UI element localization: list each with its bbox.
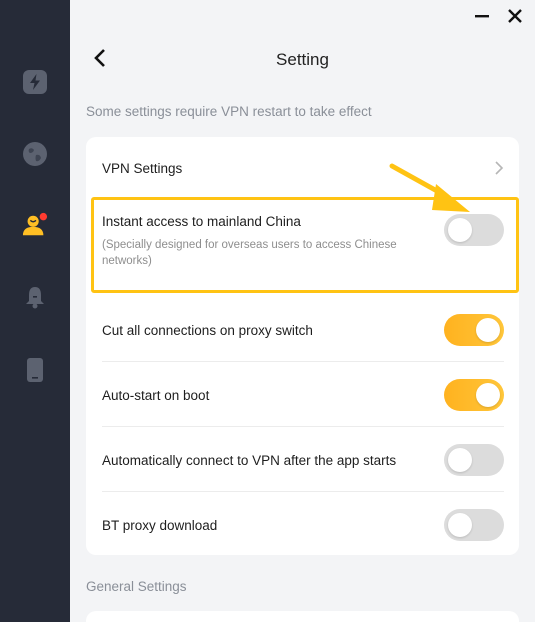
close-icon: [508, 9, 522, 23]
cut-connections-toggle[interactable]: [444, 314, 504, 346]
sidebar-item-device[interactable]: [22, 357, 48, 383]
auto-connect-toggle[interactable]: [444, 444, 504, 476]
toggle-knob: [448, 448, 472, 472]
auto-start-label: Auto-start on boot: [102, 387, 210, 403]
instant-access-label: Instant access to mainland China: [102, 214, 301, 229]
toggle-knob: [448, 218, 472, 242]
phone-icon: [27, 358, 43, 382]
auto-connect-row: Automatically connect to VPN after the a…: [102, 444, 504, 476]
close-button[interactable]: [505, 6, 525, 26]
instant-access-row: Instant access to mainland China (Specia…: [102, 214, 504, 304]
sidebar-item-boost[interactable]: [22, 69, 48, 95]
auto-start-row: Auto-start on boot: [102, 379, 504, 411]
arrow-pointer-icon: [389, 163, 470, 212]
divider: [102, 491, 504, 492]
chevron-right-icon: [495, 161, 504, 175]
sidebar-item-notifications[interactable]: [22, 284, 48, 310]
minimize-icon: [475, 15, 489, 18]
bell-icon: [26, 287, 44, 309]
toggle-knob: [476, 383, 500, 407]
divider: [102, 361, 504, 362]
globe-icon: [23, 142, 47, 166]
bt-proxy-toggle[interactable]: [444, 509, 504, 541]
settings-panel: Setting Some settings require VPN restar…: [70, 0, 535, 622]
toggle-knob: [448, 513, 472, 537]
auto-start-toggle[interactable]: [444, 379, 504, 411]
sidebar-item-account[interactable]: [22, 212, 48, 238]
user-icon: [22, 212, 48, 236]
cut-connections-row: Cut all connections on proxy switch: [102, 314, 504, 346]
sidebar: [0, 0, 70, 622]
bt-proxy-row: BT proxy download: [102, 509, 504, 541]
general-settings-title: General Settings: [86, 579, 187, 594]
general-settings-card: [86, 611, 519, 622]
sidebar-item-nodes[interactable]: [22, 141, 48, 167]
auto-connect-label: Automatically connect to VPN after the a…: [102, 452, 397, 468]
notification-badge: [39, 212, 48, 221]
cut-connections-label: Cut all connections on proxy switch: [102, 322, 313, 338]
instant-access-toggle[interactable]: [444, 214, 504, 246]
instant-access-description: (Specially designed for overseas users t…: [102, 239, 397, 267]
toggle-knob: [476, 318, 500, 342]
lightning-icon: [23, 70, 47, 94]
divider: [102, 426, 504, 427]
page-title: Setting: [276, 50, 329, 69]
vpn-settings-label: VPN Settings: [102, 160, 183, 176]
bt-proxy-label: BT proxy download: [102, 517, 218, 533]
minimize-button[interactable]: [472, 6, 492, 26]
restart-hint: Some settings require VPN restart to tak…: [86, 104, 372, 119]
